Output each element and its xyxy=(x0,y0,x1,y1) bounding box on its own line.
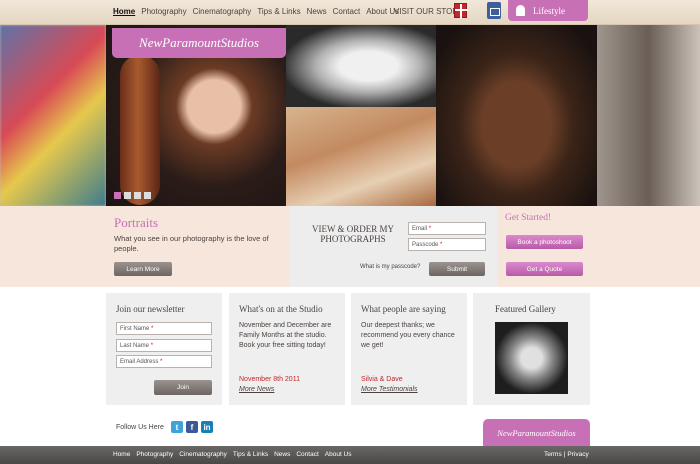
slider-dot[interactable] xyxy=(134,192,141,199)
passcode-field[interactable]: Passcode * xyxy=(408,238,486,251)
facebook-icon[interactable]: f xyxy=(186,421,198,433)
nav-cinematography[interactable]: Cinematography xyxy=(193,7,252,16)
email-address-field[interactable]: Email Address * xyxy=(116,355,212,368)
more-news-link[interactable]: More News xyxy=(239,386,274,393)
hero-photo-baby xyxy=(286,25,436,107)
footer-nav: Home Photography Cinematography Tips & L… xyxy=(113,451,352,458)
footer-nav-contact[interactable]: Contact xyxy=(296,451,318,458)
hero-photo-right xyxy=(597,25,700,206)
slider-dots xyxy=(114,192,151,199)
footer-nav-home[interactable]: Home xyxy=(113,451,130,458)
legal-separator: | xyxy=(563,451,566,458)
nav-home[interactable]: Home xyxy=(113,7,135,16)
slider-dot[interactable] xyxy=(114,192,121,199)
person-icon xyxy=(516,5,525,16)
twitter-icon[interactable]: t xyxy=(171,421,183,433)
join-button[interactable]: Join xyxy=(154,380,212,395)
follow-us-label: Follow Us Here xyxy=(116,424,164,431)
footer-nav-news[interactable]: News xyxy=(274,451,290,458)
nav-tips-links[interactable]: Tips & Links xyxy=(257,7,300,16)
news-date: November 8th 2011 xyxy=(239,376,300,383)
get-quote-button[interactable]: Get a Quote xyxy=(506,262,583,276)
legal-links: Terms | Privacy xyxy=(544,451,589,458)
passcode-help-link[interactable]: What is my passcode? xyxy=(360,264,420,270)
site-logo[interactable]: NewParamountStudios xyxy=(112,28,286,58)
content-area xyxy=(0,287,700,405)
linkedin-icon[interactable]: in xyxy=(201,421,213,433)
violin-image xyxy=(120,55,160,205)
main-nav: Home Photography Cinematography Tips & L… xyxy=(113,7,399,16)
portraits-title: Portraits xyxy=(114,215,159,230)
nav-news[interactable]: News xyxy=(307,7,327,16)
hero-banner xyxy=(0,25,700,206)
learn-more-button[interactable]: Learn More xyxy=(114,262,172,276)
email-field[interactable]: Email * xyxy=(408,222,486,235)
studio-title: What's on at the Studio xyxy=(239,304,323,314)
footer-logo[interactable]: NewParamountStudios xyxy=(483,419,590,446)
testimonial-author: Silvia & Dave xyxy=(361,376,403,383)
lifestyle-label: Lifestyle xyxy=(533,5,565,16)
terms-link[interactable]: Terms xyxy=(544,451,562,458)
newsletter-title: Join our newsletter xyxy=(116,304,185,314)
order-title: VIEW & ORDER MY PHOTOGRAPHS xyxy=(311,224,395,244)
shopping-bag-icon[interactable] xyxy=(487,2,501,19)
footer-nav-tips-links[interactable]: Tips & Links xyxy=(233,451,268,458)
gallery-title: Featured Gallery xyxy=(495,304,556,314)
footer-nav-cinematography[interactable]: Cinematography xyxy=(179,451,227,458)
footer-bar: Home Photography Cinematography Tips & L… xyxy=(0,446,700,464)
studio-text: November and December are Family Months … xyxy=(239,322,332,349)
testimonials-box: What people are saying Our deepest thank… xyxy=(351,293,467,405)
last-name-field[interactable]: Last Name * xyxy=(116,339,212,352)
slider-dot[interactable] xyxy=(124,192,131,199)
testimonial-text: Our deepest thanks; we recommend you eve… xyxy=(361,322,455,349)
gift-icon[interactable] xyxy=(454,3,468,19)
footer-nav-about-us[interactable]: About Us xyxy=(325,451,352,458)
hero-photo-couple xyxy=(286,107,436,206)
first-name-field[interactable]: First Name * xyxy=(116,322,212,335)
portraits-text: What you see in our photography is the l… xyxy=(114,234,269,253)
footer-nav-photography[interactable]: Photography xyxy=(136,451,173,458)
get-started-title: Get Started! xyxy=(505,213,552,223)
hero-photo-maternity xyxy=(436,25,597,206)
nav-photography[interactable]: Photography xyxy=(141,7,186,16)
privacy-link[interactable]: Privacy xyxy=(567,451,588,458)
lifestyle-tab[interactable]: Lifestyle xyxy=(508,0,588,21)
nav-contact[interactable]: Contact xyxy=(333,7,361,16)
slider-dot[interactable] xyxy=(144,192,151,199)
studio-news-box: What's on at the Studio November and Dec… xyxy=(229,293,345,405)
hero-photo-left xyxy=(0,25,106,206)
top-bar: Home Photography Cinematography Tips & L… xyxy=(0,0,700,25)
more-testimonials-link[interactable]: More Testimonials xyxy=(361,386,418,393)
featured-gallery-box: Featured Gallery xyxy=(473,293,590,405)
testimonials-title: What people are saying xyxy=(361,304,446,314)
featured-gallery-image[interactable] xyxy=(495,322,568,394)
submit-button[interactable]: Submit xyxy=(429,262,485,276)
book-photoshoot-button[interactable]: Book a photoshoot xyxy=(506,235,583,249)
